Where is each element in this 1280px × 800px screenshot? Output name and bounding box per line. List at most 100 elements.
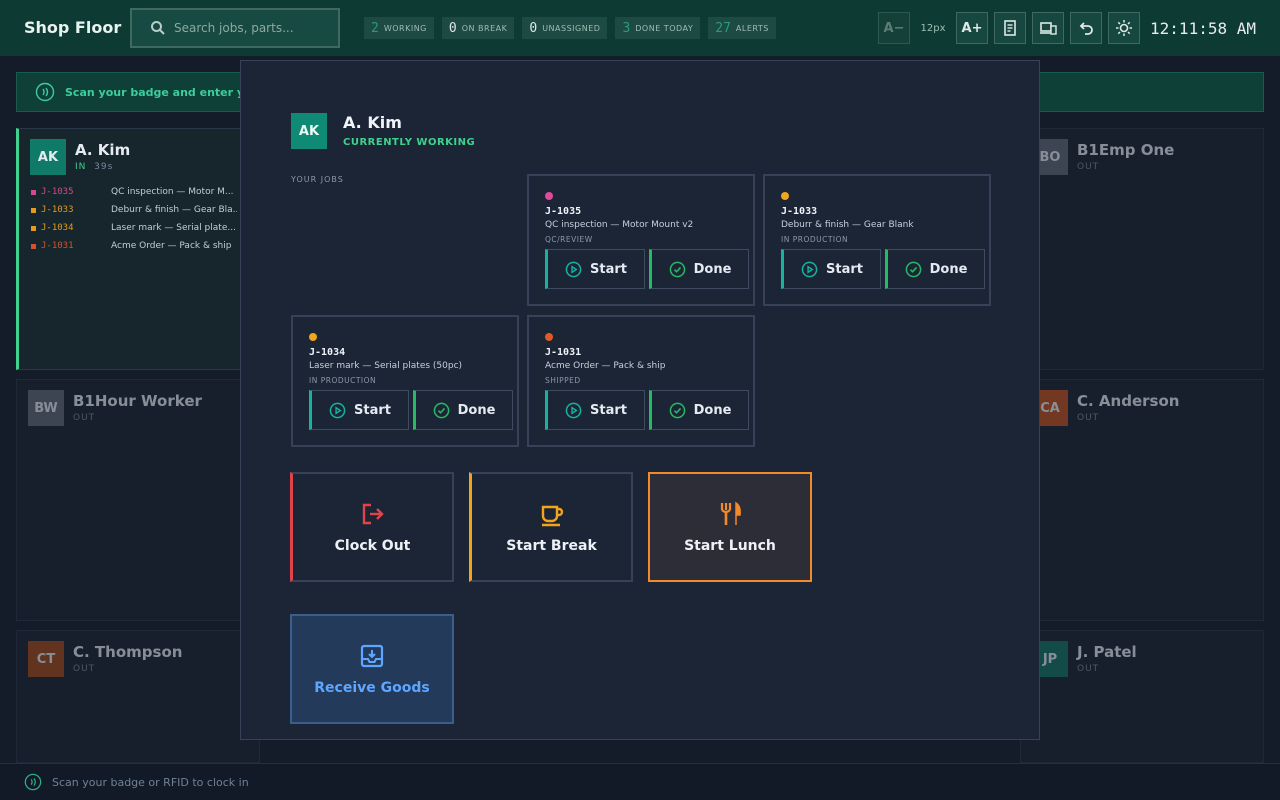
employee-status: IN 39s [75, 162, 114, 172]
search-box[interactable] [130, 8, 340, 48]
job-card-j-1034: J-1034 Laser mark — Serial plates (50pc)… [291, 315, 519, 447]
stat-done-today[interactable]: 3 DONE TODAY [615, 17, 701, 39]
avatar: AK [291, 113, 327, 149]
sun-icon [1116, 20, 1132, 36]
devices-button[interactable] [1032, 12, 1064, 44]
job-description: QC inspection — Motor Mount v2 [545, 220, 694, 230]
footer: Scan your badge or RFID to clock in [0, 763, 1280, 800]
employee-status: OUT [1077, 664, 1100, 674]
employee-status: OUT [1077, 162, 1100, 172]
start-break-button[interactable]: Start Break [469, 472, 633, 582]
avatar: CT [28, 641, 64, 677]
search-input[interactable] [174, 21, 334, 35]
modal-employee-name: A. Kim [343, 113, 402, 132]
job-status: QC/REVIEW [545, 235, 593, 244]
done-job-button[interactable]: Done [649, 249, 749, 289]
play-icon [565, 402, 582, 418]
utensils-icon [720, 501, 741, 525]
devices-icon [1040, 22, 1057, 35]
modal-employee-status: CURRENTLY WORKING [343, 137, 476, 148]
check-icon [905, 261, 921, 277]
stat-alerts[interactable]: 27 ALERTS [708, 17, 776, 39]
font-increase-button[interactable]: A+ [956, 12, 988, 44]
top-bar: Shop Floor 2WORKING 0ON BREAK 0UNASSIGNE… [0, 0, 1280, 56]
theme-toggle-button[interactable] [1108, 12, 1140, 44]
play-icon [565, 261, 582, 277]
card-job-line: J-1034 Laser mark — Serial plate... [31, 223, 237, 233]
employee-card-c-thompson[interactable]: CT C. Thompson OUT [16, 630, 260, 763]
clock-out-button[interactable]: Clock Out [290, 472, 454, 582]
employee-status: OUT [1077, 413, 1100, 423]
employee-name: J. Patel [1077, 643, 1137, 661]
undo-icon [1079, 22, 1093, 35]
card-job-line: J-1035 QC inspection — Motor M... [31, 187, 237, 197]
start-job-button[interactable]: Start [545, 390, 645, 430]
rfid-icon [35, 82, 55, 102]
font-size-readout: 12px [920, 22, 946, 34]
start-job-button[interactable]: Start [781, 249, 881, 289]
rfid-icon [24, 773, 42, 791]
check-icon [669, 261, 685, 277]
jobs-heading: YOUR JOBS [291, 175, 344, 184]
receipt-button[interactable] [994, 12, 1026, 44]
stat-on-break[interactable]: 0 ON BREAK [441, 17, 515, 39]
stat-working[interactable]: 2 WORKING [364, 17, 434, 39]
employee-status: OUT [73, 413, 96, 423]
job-id: J-1034 [309, 347, 346, 358]
employee-status: OUT [73, 664, 96, 674]
job-status-dot [545, 192, 553, 200]
undo-button[interactable] [1070, 12, 1102, 44]
footer-text: Scan your badge or RFID to clock in [52, 775, 249, 789]
job-card-j-1033: J-1033 Deburr & finish — Gear Blank IN P… [763, 174, 991, 306]
employee-card-c-anderson[interactable]: CA C. Anderson OUT [1020, 379, 1264, 621]
play-icon [801, 261, 818, 277]
job-status: IN PRODUCTION [781, 235, 849, 244]
job-description: Acme Order — Pack & ship [545, 361, 666, 371]
job-description: Laser mark — Serial plates (50pc) [309, 361, 463, 371]
employee-name: A. Kim [75, 141, 131, 159]
card-job-line: J-1031 Acme Order — Pack & ship [31, 241, 237, 251]
app-title: Shop Floor [24, 18, 122, 37]
font-decrease-button[interactable]: A− [878, 12, 910, 44]
job-status: SHIPPED [545, 376, 581, 385]
job-id: J-1035 [545, 206, 582, 217]
employee-card-b1hour-worker[interactable]: BW B1Hour Worker OUT [16, 379, 260, 621]
search-icon [151, 21, 165, 35]
toolbar: A− 12px A+ [878, 12, 1140, 44]
employee-card-b1emp-one[interactable]: BO B1Emp One OUT [1020, 128, 1264, 370]
receipt-icon [1004, 20, 1016, 36]
job-card-j-1031: J-1031 Acme Order — Pack & ship SHIPPED … [527, 315, 755, 447]
check-icon [433, 402, 449, 418]
logout-icon [362, 503, 384, 525]
start-job-button[interactable]: Start [309, 390, 409, 430]
employee-name: B1Hour Worker [73, 392, 202, 410]
employee-name: C. Anderson [1077, 392, 1180, 410]
start-job-button[interactable]: Start [545, 249, 645, 289]
employee-name: B1Emp One [1077, 141, 1175, 159]
job-description: Deburr & finish — Gear Blank [781, 220, 914, 230]
employee-card-j-patel[interactable]: JP J. Patel OUT [1020, 630, 1264, 763]
card-job-line: J-1033 Deburr & finish — Gear Bla... [31, 205, 237, 215]
done-job-button[interactable]: Done [413, 390, 513, 430]
done-job-button[interactable]: Done [885, 249, 985, 289]
inbox-download-icon [360, 644, 384, 668]
stats-bar: 2 WORKING 0 ON BREAK 0 UNASSIGNED 3 DONE TOD… [364, 17, 776, 39]
job-status-dot [545, 333, 553, 341]
employee-card-a-kim[interactable]: AK A. Kim IN 39s J-1035 QC inspection — M… [16, 128, 260, 370]
employee-modal: AK A. Kim CURRENTLY WORKING YOUR JOBS J-… [240, 60, 1040, 740]
coffee-cup-icon [541, 505, 563, 527]
avatar: BW [28, 390, 64, 426]
job-id: J-1031 [545, 347, 582, 358]
receive-goods-button[interactable]: Receive Goods [290, 614, 454, 724]
job-card-j-1035: J-1035 QC inspection — Motor Mount v2 QC… [527, 174, 755, 306]
play-icon [329, 402, 346, 418]
start-lunch-button[interactable]: Start Lunch [648, 472, 812, 582]
done-job-button[interactable]: Done [649, 390, 749, 430]
job-status-dot [309, 333, 317, 341]
job-status: IN PRODUCTION [309, 376, 377, 385]
check-icon [669, 402, 685, 418]
clock: 12:11:58 AM [1150, 19, 1256, 38]
avatar: AK [30, 139, 66, 175]
job-status-dot [781, 192, 789, 200]
stat-unassigned[interactable]: 0 UNASSIGNED [522, 17, 608, 39]
